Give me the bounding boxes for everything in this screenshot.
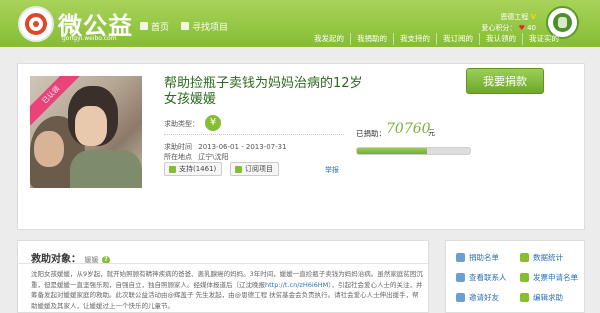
statistics-link[interactable]: 数据统计 xyxy=(520,252,563,263)
subscribe-label: 订阅项目 xyxy=(245,165,273,173)
time-label: 求助时间 xyxy=(164,143,192,151)
contacts-link[interactable]: 查看联系人 xyxy=(456,272,507,283)
divider xyxy=(164,134,344,135)
donor-list-link[interactable]: 捐助名单 xyxy=(456,252,499,263)
progress-fill xyxy=(357,148,428,154)
project-actions: 捐助名单 数据统计 查看联系人 发票申请名单 邀请好友 编辑求助 xyxy=(445,240,585,313)
time-value: 2013-06-01 - 2013-07-31 xyxy=(198,143,287,151)
user-info: 恩德工程 V 爱心积分： ♥ 40 xyxy=(481,12,536,34)
invite-icon xyxy=(456,293,465,302)
donation-progress xyxy=(356,147,471,155)
location-label: 所在地点 xyxy=(164,153,192,161)
help-type-label: 求助类型： xyxy=(164,120,199,128)
site-header: 微公益 gongyi.weibo.com 首页 寻找项目 恩德工程 V 爱心积分… xyxy=(0,0,600,47)
description-panel: 救助对象： 媛媛 ? 沈阳女孩媛媛，从9岁起，就开始照顾有精神疾病的爸爸、患乳腺… xyxy=(17,240,430,313)
love-score: 40 xyxy=(527,24,536,32)
invoice-list-label: 发票申请名单 xyxy=(533,273,578,282)
user-name[interactable]: 恩德工程 xyxy=(500,13,528,21)
nav-find-label: 寻找项目 xyxy=(192,22,229,33)
support-button[interactable]: 支持(1461) xyxy=(164,162,223,176)
nav-home[interactable]: 首页 xyxy=(140,20,170,33)
site-logo[interactable]: 微公益 gongyi.weibo.com xyxy=(18,4,138,44)
raised-amount: 70760 xyxy=(386,121,431,137)
time-row: 求助时间 2013-06-01 - 2013-07-31 xyxy=(164,142,287,152)
logo-url: gongyi.weibo.com xyxy=(62,35,117,42)
verified-icon: V xyxy=(530,13,536,21)
heart-icon: ♥ xyxy=(518,24,525,32)
donate-button[interactable]: 我要捐款 xyxy=(466,68,544,94)
tab-subscribed[interactable]: 我订阅的 xyxy=(436,33,479,45)
home-icon xyxy=(140,22,148,30)
tab-claimed[interactable]: 我认领的 xyxy=(479,33,522,45)
invoice-icon xyxy=(520,273,529,282)
description-divider xyxy=(18,263,430,264)
edit-icon xyxy=(520,293,529,302)
donation-summary: 已捐助： 70760 元 xyxy=(356,120,562,164)
location-row: 所在地点 辽宁\沈阳 xyxy=(164,152,229,162)
raised-unit: 元 xyxy=(428,129,435,137)
chart-icon xyxy=(520,253,529,262)
support-label: 支持(1461) xyxy=(179,165,217,173)
tab-initiated[interactable]: 我发起的 xyxy=(308,33,350,45)
edit-request-label: 编辑求助 xyxy=(533,293,563,302)
tab-donated[interactable]: 我捐助的 xyxy=(350,33,393,45)
money-icon: ¥ xyxy=(205,115,221,131)
invoice-list-link[interactable]: 发票申请名单 xyxy=(520,272,578,283)
project-photo[interactable]: 已认领 xyxy=(30,76,142,188)
nav-find-projects[interactable]: 寻找项目 xyxy=(181,20,229,33)
tab-verified[interactable]: 我证实的 xyxy=(522,33,565,45)
edit-request-link[interactable]: 编辑求助 xyxy=(520,292,563,303)
donor-list-label: 捐助名单 xyxy=(469,253,499,262)
contacts-label: 查看联系人 xyxy=(469,273,507,282)
user-tabs: 我发起的 我捐助的 我支持的 我订阅的 我认领的 我证实的 xyxy=(308,33,565,45)
raised-label: 已捐助： xyxy=(356,129,386,138)
tab-supported[interactable]: 我支持的 xyxy=(393,33,436,45)
love-score-label: 爱心积分： xyxy=(481,24,517,32)
contact-icon xyxy=(456,273,465,282)
report-link[interactable]: 举报 xyxy=(325,165,339,175)
project-title: 帮助捡瓶子卖钱为妈妈治病的12岁女孩媛媛 xyxy=(164,76,363,107)
subscribe-button[interactable]: 订阅项目 xyxy=(230,162,279,176)
invite-friends-label: 邀请好友 xyxy=(469,293,499,302)
list-icon xyxy=(456,253,465,262)
top-nav: 首页 寻找项目 xyxy=(140,20,229,33)
subscribe-icon xyxy=(235,165,242,173)
statistics-label: 数据统计 xyxy=(533,253,563,262)
description-text: 沈阳女孩媛媛，从9岁起，就开始照顾有精神疾病的爸爸、患乳腺癌的妈妈。3年时间，媛… xyxy=(31,269,424,311)
help-type-row: 求助类型： xyxy=(164,119,199,129)
media-link[interactable]: http://t.cn/zH6i6HM xyxy=(265,281,328,289)
nav-home-label: 首页 xyxy=(151,22,170,33)
thumb-icon xyxy=(169,165,176,173)
grid-icon xyxy=(181,22,190,30)
logo-icon xyxy=(18,6,54,42)
invite-friends-link[interactable]: 邀请好友 xyxy=(456,292,499,303)
location-value: 辽宁\沈阳 xyxy=(198,153,229,161)
